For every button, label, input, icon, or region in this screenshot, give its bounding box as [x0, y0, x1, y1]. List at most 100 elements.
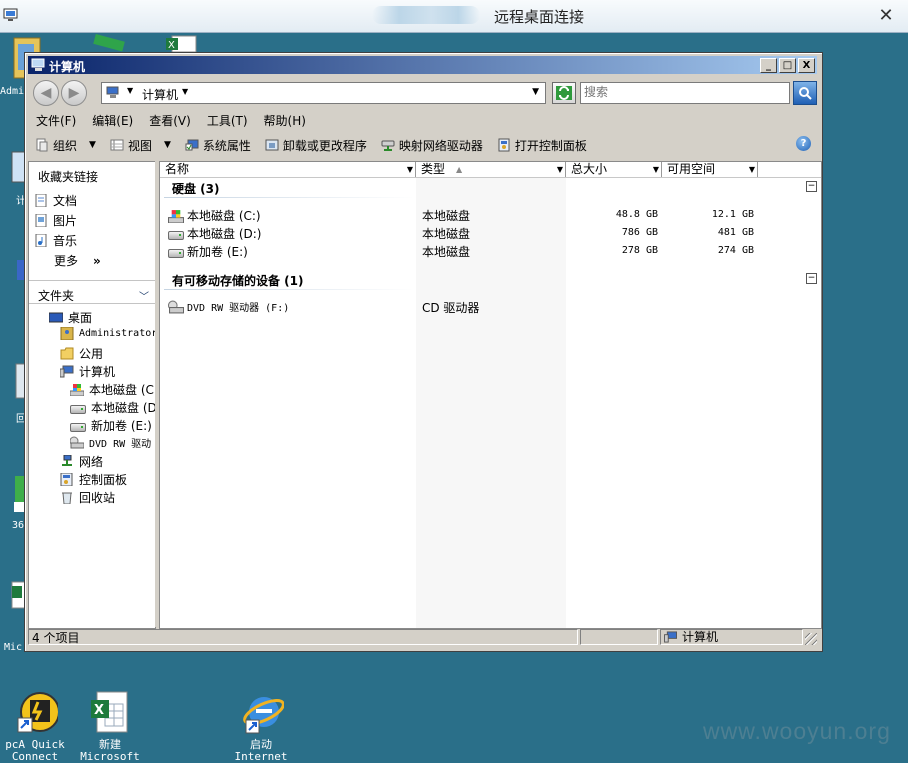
column-type-label: 类型	[421, 162, 446, 176]
chevron-down-icon[interactable]: ▼	[182, 87, 188, 96]
music-icon	[35, 234, 47, 247]
network-drive-icon	[381, 140, 395, 151]
menu-file[interactable]: 文件(F)	[28, 111, 84, 131]
pca-quick-connect-icon	[17, 692, 60, 733]
rdp-title: 远程桌面连接	[494, 8, 585, 26]
tree-drive-c[interactable]: 本地磁盘 (C	[70, 381, 154, 398]
group-title-hard-disks[interactable]: 硬盘 (3)	[172, 180, 220, 197]
drive-total-size: 278 GB	[621, 245, 658, 256]
drive-row-e[interactable]: 新加卷 (E:) 本地磁盘 278 GB 274 GB	[166, 242, 816, 260]
favorite-music[interactable]: 音乐	[34, 232, 77, 249]
column-header-type[interactable]: 类型 ▲ ▼	[416, 162, 566, 177]
breadcrumb[interactable]: 计算机	[142, 86, 178, 103]
status-empty-cell	[580, 629, 658, 645]
group-collapse-icon[interactable]: −	[806, 273, 817, 284]
help-icon[interactable]: ?	[796, 136, 811, 151]
tree-network[interactable]: 网络	[60, 453, 103, 470]
column-header-total-size[interactable]: 总大小 ▼	[566, 162, 662, 177]
desktop-excel-icon-top[interactable]: X	[162, 34, 202, 52]
refresh-button[interactable]	[552, 82, 576, 104]
control-panel-icon	[60, 473, 73, 486]
views-button[interactable]: 视图 ▼	[103, 134, 178, 156]
favorite-more[interactable]: 更多 »	[54, 252, 101, 269]
minimize-button[interactable]: _	[760, 58, 777, 73]
tree-recycle-bin[interactable]: 回收站	[60, 489, 115, 506]
drive-free-space: 12.1 GB	[711, 209, 754, 220]
drive-row-c[interactable]: 本地磁盘 (C:) 本地磁盘 48.8 GB 12.1 GB	[166, 206, 816, 224]
menu-help[interactable]: 帮助(H)	[256, 111, 314, 131]
chevron-down-icon[interactable]: ▼	[749, 162, 755, 177]
column-free-space-label: 可用空间	[667, 162, 716, 176]
map-network-drive-button[interactable]: 映射网络驱动器	[374, 134, 490, 156]
sort-ascending-icon: ▲	[456, 165, 463, 174]
tree-computer-label: 计算机	[79, 365, 116, 379]
tree-dvd-drive[interactable]: DVD RW 驱动	[70, 435, 151, 450]
internet-explorer-icon	[243, 697, 285, 734]
tree-public[interactable]: 公用	[60, 345, 103, 362]
forward-button[interactable]: ▶	[61, 80, 87, 106]
desktop-icon-new-excel[interactable]: X 新建 Microsoft	[72, 690, 148, 763]
menu-edit[interactable]: 编辑(E)	[84, 111, 141, 131]
search-button[interactable]	[793, 81, 817, 105]
group-divider	[164, 197, 414, 198]
tree-control-panel[interactable]: 控制面板	[60, 471, 127, 488]
desktop-network-icon[interactable]	[90, 34, 130, 52]
system-properties-label: 系统属性	[202, 138, 251, 153]
address-dropdown-icon[interactable]: ▼	[532, 87, 539, 97]
address-row: ◀ ▶ ▼ 计算机 ▼ ▼	[28, 77, 819, 109]
folders-collapse-icon[interactable]: ﹀	[139, 288, 149, 303]
drive-type: 本地磁盘	[422, 245, 471, 259]
tree-administrator[interactable]: Administrator	[60, 327, 155, 340]
back-button[interactable]: ◀	[33, 80, 59, 106]
tree-desktop[interactable]: 桌面	[49, 309, 92, 326]
chevron-down-icon[interactable]: ▼	[557, 162, 563, 177]
computer-icon	[31, 58, 45, 71]
resize-grip[interactable]	[805, 633, 817, 645]
maximize-button[interactable]: □	[779, 58, 796, 73]
group-collapse-icon[interactable]: −	[806, 181, 817, 192]
nav-divider	[29, 303, 155, 304]
favorite-pictures-label: 图片	[53, 214, 78, 228]
chevron-down-icon[interactable]: ▼	[407, 162, 413, 177]
search-field[interactable]	[580, 82, 790, 104]
address-bar[interactable]: ▼ 计算机 ▼ ▼	[101, 82, 546, 104]
chevron-down-icon[interactable]: ▼	[653, 162, 659, 177]
tree-drive-e[interactable]: 新加卷 (E:)	[70, 417, 152, 434]
window-title-bar[interactable]: 计算机 _ □ X	[28, 56, 817, 74]
favorite-pictures[interactable]: 图片	[34, 212, 77, 229]
column-header-free-space[interactable]: 可用空间 ▼	[662, 162, 758, 177]
group-title-removable[interactable]: 有可移动存储的设备 (1)	[172, 272, 304, 289]
refresh-icon	[556, 86, 572, 100]
menu-view[interactable]: 查看(V)	[141, 111, 199, 131]
folders-header[interactable]: 文件夹	[38, 287, 74, 304]
search-input[interactable]	[584, 84, 774, 100]
drive-free-space: 274 GB	[717, 245, 754, 256]
menu-tools[interactable]: 工具(T)	[199, 111, 256, 131]
command-toolbar: 组织 ▼ 视图 ▼ 系统属性 卸载或更改程序 映射网络驱动器 打开控制面板 ?	[28, 133, 819, 157]
drive-name-cell: DVD RW 驱动器 (F:)	[168, 299, 289, 314]
uninstall-button[interactable]: 卸载或更改程序	[258, 134, 374, 156]
recycle-bin-icon	[62, 492, 72, 504]
organize-button[interactable]: 组织 ▼	[28, 134, 103, 156]
desktop-icon-pca-quick-connect[interactable]: pcA Quick Connect	[4, 690, 66, 763]
desktop-icon-internet-explorer[interactable]: 启动 Internet	[226, 690, 296, 763]
rdp-close-button[interactable]: ✕	[864, 0, 908, 30]
tree-drive-d-label: 本地磁盘 (D	[91, 401, 156, 415]
close-button[interactable]: X	[798, 58, 815, 73]
favorite-documents[interactable]: 文档	[34, 192, 77, 209]
column-header-name[interactable]: 名称 ▼	[160, 162, 416, 177]
search-icon	[799, 87, 812, 100]
tree-drive-d[interactable]: 本地磁盘 (D	[70, 399, 156, 416]
control-panel-button[interactable]: 打开控制面板	[490, 134, 594, 156]
tree-computer[interactable]: 计算机	[60, 363, 115, 380]
uninstall-icon	[265, 139, 279, 151]
drive-name-cell: 新加卷 (E:)	[168, 243, 248, 260]
user-folder-icon	[60, 327, 74, 340]
system-properties-button[interactable]: 系统属性	[178, 134, 258, 156]
chevron-down-icon[interactable]: ▼	[127, 86, 133, 95]
blurred-host-name	[372, 6, 480, 24]
rdp-title-bar: 远程桌面连接 ✕	[0, 0, 908, 33]
drive-row-f[interactable]: DVD RW 驱动器 (F:) CD 驱动器	[166, 298, 816, 316]
status-bar: 4 个项目 计算机	[28, 629, 819, 647]
drive-row-d[interactable]: 本地磁盘 (D:) 本地磁盘 786 GB 481 GB	[166, 224, 816, 242]
